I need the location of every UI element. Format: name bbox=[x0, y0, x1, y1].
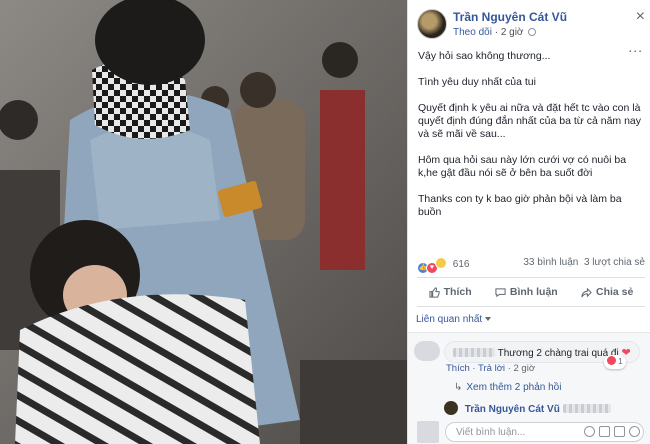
divider bbox=[417, 277, 645, 278]
comment-meta: Thích · Trả lời · 2 giờ bbox=[446, 363, 535, 374]
comments-area: Thương 2 chàng trai quá đi ❤ 1 Thích · T… bbox=[408, 332, 650, 444]
comment-time[interactable]: 2 giờ bbox=[514, 363, 536, 374]
divider bbox=[417, 306, 645, 307]
close-icon[interactable]: × bbox=[636, 9, 645, 25]
comment-reaction-badge[interactable]: 1 bbox=[604, 355, 626, 369]
like-label: Thích bbox=[443, 286, 472, 298]
reaction-count[interactable]: 616 bbox=[453, 259, 470, 270]
comment-button[interactable]: Bình luận bbox=[495, 286, 558, 298]
post-time[interactable]: 2 giờ bbox=[501, 27, 524, 38]
author-name[interactable]: Trần Nguyên Cát Vũ bbox=[453, 10, 567, 24]
follow-link[interactable]: Theo dõi bbox=[453, 27, 492, 38]
chevron-down-icon bbox=[485, 317, 492, 321]
post-text: Vậy hỏi sao không thương... Tình yêu duy… bbox=[418, 50, 644, 232]
reply-author[interactable]: Trần Nguyên Cát Vũ bbox=[465, 404, 560, 415]
comment-composer: Viết bình luận... bbox=[417, 421, 645, 443]
comment-count[interactable]: 33 bình luận bbox=[523, 257, 578, 268]
comment-input-placeholder: Viết bình luận... bbox=[456, 427, 526, 438]
haha-icon[interactable] bbox=[435, 257, 447, 269]
share-button[interactable]: Chia sẻ bbox=[581, 286, 633, 298]
post-header: Trần Nguyên Cát Vũ Theo dõi · 2 giờ bbox=[417, 7, 647, 41]
reply-arrow-icon: ↳ bbox=[454, 382, 463, 393]
post-meta: Theo dõi · 2 giờ bbox=[453, 27, 537, 38]
share-count[interactable]: 3 lượt chia sẻ bbox=[584, 257, 645, 268]
share-icon bbox=[581, 287, 592, 297]
reply-avatar[interactable] bbox=[444, 401, 458, 415]
comment-share-counts: 33 bình luận 3 lượt chia sẻ bbox=[523, 257, 645, 268]
comment-text: Thương 2 chàng trai quá đi bbox=[497, 348, 619, 359]
redacted-name bbox=[453, 348, 495, 357]
post-paragraph: Tình yêu duy nhất của tui bbox=[418, 76, 536, 88]
reactions-bar: 👍 ♥ 616 33 bình luận 3 lượt chia sẻ bbox=[417, 257, 645, 274]
sort-label: Liên quan nhất bbox=[416, 314, 483, 325]
camera-icon[interactable] bbox=[599, 426, 610, 437]
share-label: Chia sẻ bbox=[596, 286, 634, 298]
comment-reaction-count: 1 bbox=[618, 357, 623, 366]
post-viewer: Trần Nguyên Cát Vũ Theo dõi · 2 giờ × ..… bbox=[0, 0, 650, 444]
photo-illustration bbox=[0, 0, 407, 444]
post-photo[interactable] bbox=[0, 0, 407, 444]
comment-reply-link[interactable]: Trả lời bbox=[478, 363, 505, 374]
redacted-text bbox=[562, 404, 611, 413]
emoji-icon[interactable] bbox=[584, 426, 595, 437]
my-avatar bbox=[417, 421, 439, 443]
comment-input[interactable]: Viết bình luận... bbox=[445, 422, 644, 442]
post-paragraph: Hôm qua hỏi sau này lớn cưới vợ có nuôi … bbox=[418, 154, 627, 179]
comment-label: Bình luận bbox=[509, 286, 558, 298]
thumbs-up-icon bbox=[429, 286, 440, 298]
like-button[interactable]: Thích bbox=[429, 286, 472, 298]
view-more-replies[interactable]: ↳ Xem thêm 2 phản hồi bbox=[454, 382, 561, 393]
post-paragraph: Vậy hỏi sao không thương... bbox=[418, 50, 551, 62]
author-avatar[interactable] bbox=[417, 9, 447, 39]
globe-icon bbox=[528, 28, 537, 36]
composer-icons bbox=[584, 426, 640, 437]
view-more-label: Xem thêm 2 phản hồi bbox=[466, 382, 562, 393]
comment-like-link[interactable]: Thích bbox=[446, 363, 470, 374]
comment-sort-dropdown[interactable]: Liên quan nhất bbox=[416, 314, 492, 325]
post-actions: Thích Bình luận Chia sẻ bbox=[417, 281, 645, 303]
gif-icon[interactable] bbox=[614, 426, 625, 437]
love-icon bbox=[607, 356, 616, 365]
comment-icon bbox=[495, 287, 506, 297]
reply-preview: Trần Nguyên Cát Vũ bbox=[444, 401, 644, 419]
sticker-icon[interactable] bbox=[629, 426, 640, 437]
post-paragraph: Thanks con ty k bao giờ phản bội và làm … bbox=[418, 193, 622, 218]
post-panel: Trần Nguyên Cát Vũ Theo dõi · 2 giờ × ..… bbox=[407, 0, 650, 444]
post-paragraph: Quyết định k yêu ai nữa và đặt hết tc và… bbox=[418, 102, 642, 140]
commenter-avatar[interactable] bbox=[414, 341, 440, 361]
